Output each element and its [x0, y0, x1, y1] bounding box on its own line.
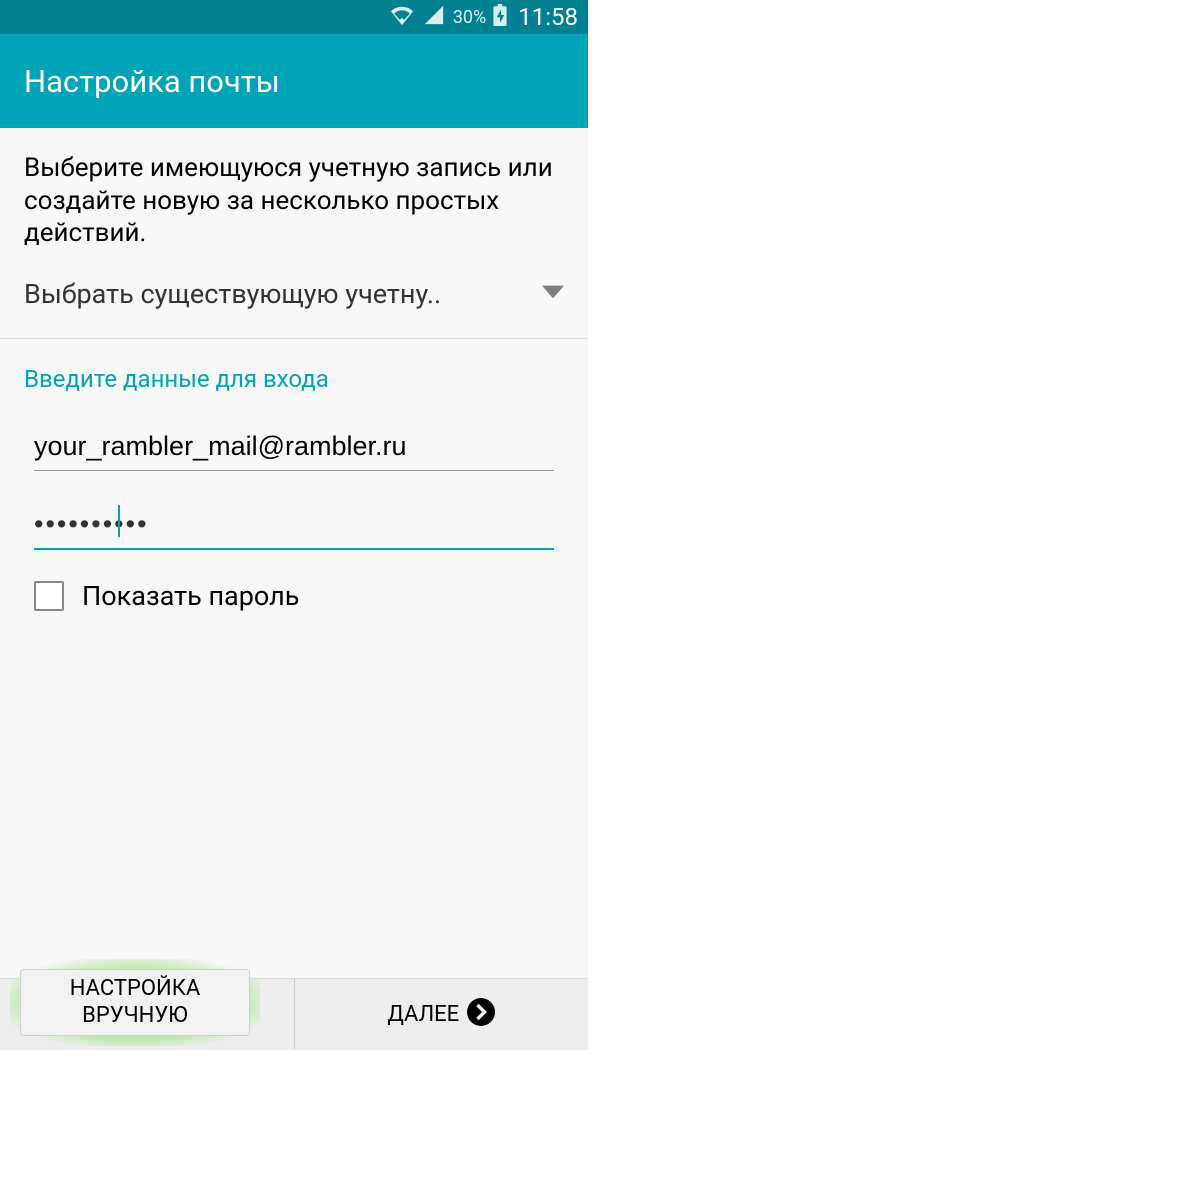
text-cursor [118, 505, 120, 537]
phone-screen: 30% 11:58 Настройка почты Выберите имеющ… [0, 0, 588, 1050]
instruction-text: Выберите имеющуюся учетную запись или со… [24, 152, 564, 250]
status-bar: 30% 11:58 [0, 0, 588, 34]
next-button[interactable]: ДАЛЕЕ [295, 979, 589, 1050]
email-field-wrapper [34, 423, 554, 471]
chevron-right-circle-icon [467, 998, 495, 1032]
battery-charging-icon [492, 4, 508, 31]
password-field[interactable] [34, 501, 554, 550]
account-dropdown[interactable]: Выбрать существующую учетну.. [24, 278, 564, 318]
content-top-section: Выберите имеющуюся учетную запись или со… [0, 128, 588, 338]
password-field-wrapper [34, 501, 554, 550]
checkbox-box[interactable] [34, 581, 64, 611]
dropdown-label: Выбрать существующую учетну.. [24, 278, 441, 310]
wifi-icon [389, 4, 415, 31]
show-password-checkbox-row[interactable]: Показать пароль [34, 580, 554, 612]
manual-button-line1: НАСТРОЙКА [39, 976, 231, 1002]
next-button-label: ДАЛЕЕ [387, 1002, 459, 1027]
page-title: Настройка почты [24, 63, 280, 100]
show-password-label: Показать пароль [82, 580, 299, 612]
footer-bar: ДАЛЕЕ НАСТРОЙКА ВРУЧНУЮ [0, 978, 588, 1050]
login-section: Введите данные для входа Показать пароль [0, 339, 588, 979]
manual-setup-button[interactable]: НАСТРОЙКА ВРУЧНУЮ [20, 969, 250, 1036]
app-header: Настройка почты [0, 34, 588, 128]
email-field[interactable] [34, 423, 554, 471]
dropdown-arrow-icon [542, 284, 564, 303]
battery-percent: 30% [453, 7, 486, 28]
status-time: 11:58 [518, 3, 578, 31]
manual-button-highlight: НАСТРОЙКА ВРУЧНУЮ [10, 959, 260, 1046]
manual-button-line2: ВРУЧНУЮ [39, 1003, 231, 1029]
login-heading: Введите данные для входа [24, 365, 564, 393]
signal-icon [421, 4, 447, 31]
